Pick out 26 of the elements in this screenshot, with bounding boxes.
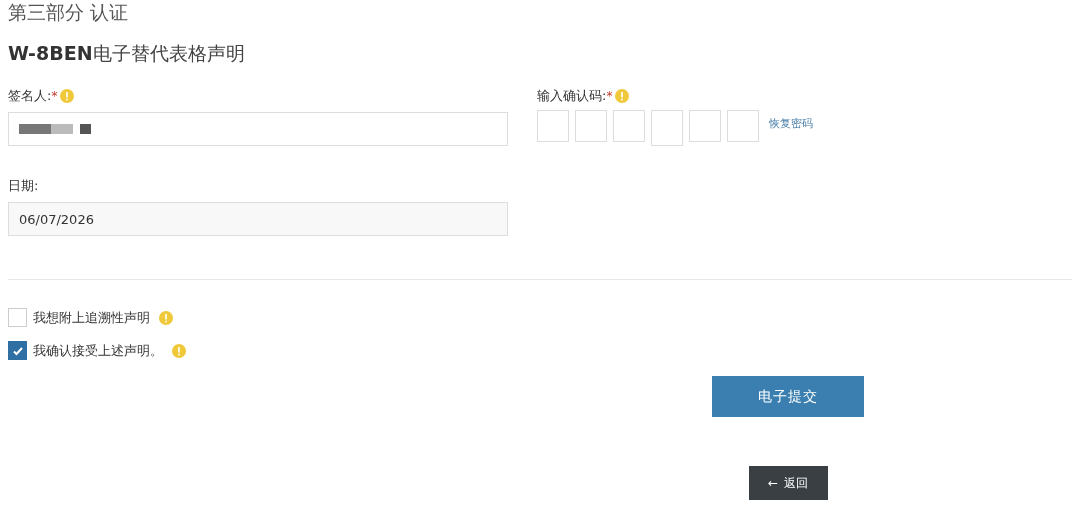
code-digit-field[interactable] [727,110,759,142]
required-asterisk: * [606,89,613,103]
form-title: W-8BEN电子替代表格声明 [8,41,245,66]
checkbox[interactable] [8,341,27,360]
checkbox-label: 我确认接受上述声明。 [33,341,163,360]
recover-password-link[interactable]: 恢复密码 [769,116,813,131]
section-title: 第三部分 认证 [8,0,129,24]
checkbox-label: 我想附上追溯性声明 [33,308,150,327]
back-button[interactable]: ← 返回 [748,466,828,500]
info-icon[interactable] [172,343,186,358]
signer-field[interactable] [8,112,508,146]
required-asterisk: * [51,89,58,103]
submit-button[interactable]: 电子提交 [712,376,864,417]
info-icon[interactable] [159,310,173,325]
field-label: 日期: [8,177,39,195]
field-label: 签名人: [8,87,52,105]
field-label: 输入确认码: [537,87,607,105]
info-icon[interactable] [615,89,630,103]
code-digit-field[interactable] [689,110,721,142]
code-digit-field[interactable] [613,110,645,142]
code-digit-field[interactable] [575,110,607,142]
info-icon[interactable] [60,89,75,103]
code-digit-field[interactable] [537,110,569,142]
back-arrow-icon: ← [767,476,779,490]
date-field[interactable]: 06/07/2026 [8,202,508,236]
code-digit-field[interactable] [651,110,683,146]
